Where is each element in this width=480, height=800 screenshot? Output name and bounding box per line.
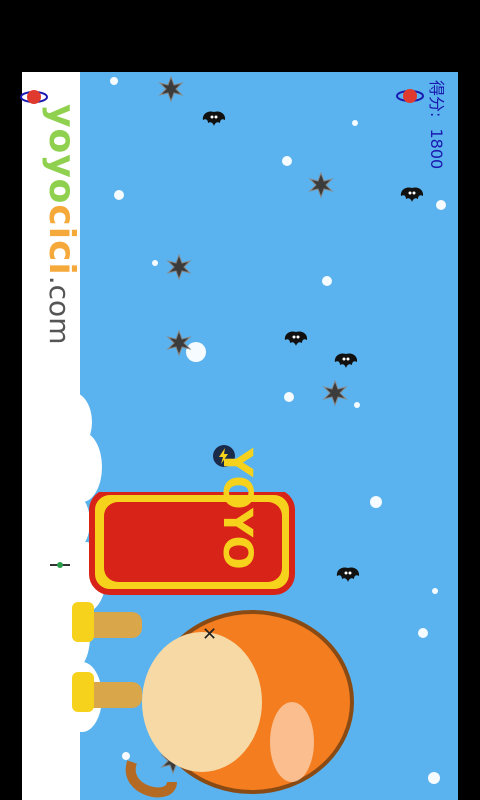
snowflake <box>284 392 294 402</box>
logo-part-cici: cici <box>41 204 82 276</box>
logo-part-com: .com <box>43 275 76 345</box>
snowflake <box>152 260 158 266</box>
snowflake <box>352 120 358 126</box>
score-value: 1800 <box>427 128 446 170</box>
black-bat-icon[interactable] <box>398 184 426 210</box>
snowflake <box>432 588 438 594</box>
spiky-mine-icon[interactable] <box>322 380 348 406</box>
black-bat-icon[interactable] <box>332 350 360 376</box>
sky-background[interactable]: ✕ <box>22 72 458 800</box>
score-display: 得分: 1800 <box>426 80 450 169</box>
spiky-mine-icon[interactable] <box>166 330 192 356</box>
snowflake <box>436 200 446 210</box>
banner-label: YOYO <box>214 448 260 570</box>
snowflake <box>282 156 292 166</box>
snowflake <box>354 402 360 408</box>
game-screen: ✕ 得分: 1800 yoyocici.com YOYO <box>0 0 480 800</box>
monkey-hero-character[interactable]: ✕ <box>52 492 372 800</box>
score-label: 得分: <box>427 80 446 118</box>
snowflake <box>428 772 440 784</box>
svg-text:✕: ✕ <box>202 624 217 645</box>
snowflake <box>114 190 124 200</box>
yoyocici-logo: yoyocici.com <box>41 104 82 344</box>
logo-part-yoyo: yoyo <box>41 104 82 205</box>
snowflake <box>110 77 118 85</box>
snowflake <box>418 628 428 638</box>
spiky-mine-icon[interactable] <box>308 172 334 198</box>
planet-ring-icon <box>396 89 424 103</box>
position-marker-icon <box>50 562 70 568</box>
spiky-mine-icon[interactable] <box>166 254 192 280</box>
banner-text: YOYO <box>214 448 260 570</box>
black-bat-icon[interactable] <box>282 328 310 354</box>
snowflake <box>322 276 332 286</box>
black-bat-icon[interactable] <box>200 108 228 134</box>
spiky-mine-icon[interactable] <box>158 76 184 102</box>
